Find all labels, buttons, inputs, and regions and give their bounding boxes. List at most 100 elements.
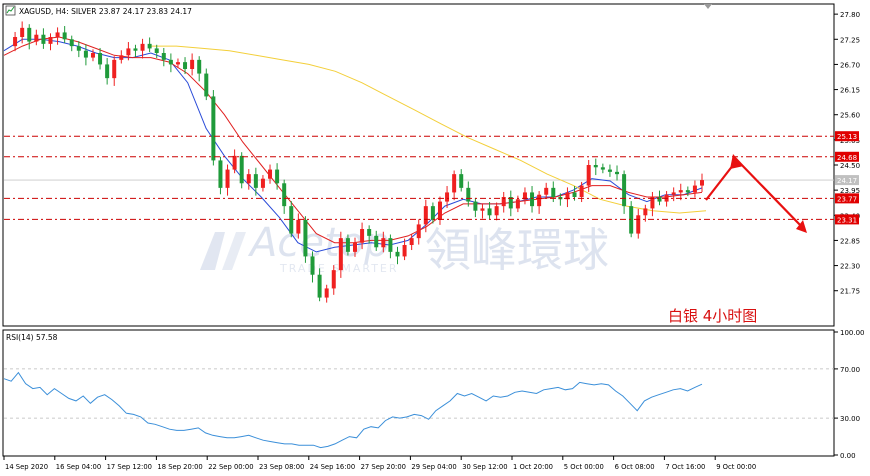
candle-body xyxy=(161,53,166,60)
candle-body xyxy=(530,192,535,207)
time-tick-label: 7 Oct 16:00 xyxy=(665,463,705,471)
time-tick-label: 24 Sep 16:00 xyxy=(310,463,355,471)
candle-body xyxy=(643,208,648,216)
level-label: 25.13 xyxy=(837,133,857,141)
time-tick-label: 23 Sep 08:00 xyxy=(259,463,304,471)
time-tick-label: 6 Oct 08:00 xyxy=(615,463,655,471)
candle-body xyxy=(657,197,662,202)
candle-body xyxy=(260,178,265,188)
candle-body xyxy=(105,64,110,79)
candle-body xyxy=(338,238,343,271)
level-label: 23.77 xyxy=(837,195,857,203)
candle-body xyxy=(317,274,322,298)
price-tick-label: 24.50 xyxy=(840,162,860,170)
candle-body xyxy=(388,238,393,252)
candle-body xyxy=(83,50,88,58)
current-price-label: 24.17 xyxy=(837,177,857,185)
candle-body xyxy=(480,208,485,211)
candle-body xyxy=(374,235,379,248)
rsi-tick-label: 30.00 xyxy=(840,415,860,423)
candle-body xyxy=(402,245,407,257)
candle-body xyxy=(423,206,428,225)
candle-body xyxy=(600,167,605,170)
candle-body xyxy=(147,43,152,49)
price-tick-label: 26.15 xyxy=(840,87,860,95)
candle-body xyxy=(345,238,350,252)
candle-body xyxy=(324,288,329,298)
level-label: 23.31 xyxy=(837,216,857,224)
rsi-title: RSI(14) 57.58 xyxy=(6,333,58,342)
candle-body xyxy=(282,183,287,207)
candle-body xyxy=(268,169,273,179)
time-tick-label: 5 Oct 00:00 xyxy=(564,463,604,471)
time-tick-label: 1 Oct 20:00 xyxy=(513,463,553,471)
candle-body xyxy=(607,169,612,172)
candle-body xyxy=(395,251,400,257)
candle-body xyxy=(225,169,230,188)
candle-body xyxy=(367,229,372,236)
rsi-tick-label: 100.00 xyxy=(840,329,865,337)
candle-body xyxy=(360,229,365,243)
candle-body xyxy=(20,27,25,37)
watermark-tagline: TRADE SMARTER xyxy=(279,262,399,275)
candle-body xyxy=(239,155,244,184)
candle-body xyxy=(303,219,308,257)
candle-body xyxy=(62,32,67,40)
candle-body xyxy=(253,174,258,188)
candle-body xyxy=(183,62,188,69)
candle-body xyxy=(515,199,520,209)
candle-body xyxy=(310,256,315,275)
candle-body xyxy=(133,48,138,51)
candle-body xyxy=(700,180,704,186)
price-tick-label: 22.85 xyxy=(840,237,860,245)
time-tick-label: 27 Sep 20:00 xyxy=(361,463,406,471)
candle-body xyxy=(381,238,386,248)
candle-body xyxy=(69,39,74,47)
candle-body xyxy=(586,165,591,186)
candle-body xyxy=(211,96,216,161)
candle-body xyxy=(615,171,620,175)
candle-body xyxy=(466,187,471,202)
candle-body xyxy=(494,206,499,216)
candle-body xyxy=(622,174,627,207)
candle-body xyxy=(190,59,195,69)
price-tick-label: 21.75 xyxy=(840,288,860,296)
candle-body xyxy=(459,174,464,188)
candle-body xyxy=(437,201,442,220)
candle-body xyxy=(204,73,209,97)
candle-body xyxy=(175,62,180,65)
candle-body xyxy=(119,55,124,60)
candle-body xyxy=(685,190,690,193)
candle-body xyxy=(551,187,556,197)
time-tick-label: 16 Sep 04:00 xyxy=(56,463,101,471)
candle-body xyxy=(678,190,683,193)
candle-body xyxy=(112,59,117,79)
candle-body xyxy=(90,53,95,58)
time-tick-label: 14 Sep 2020 xyxy=(5,463,48,471)
candle-body xyxy=(168,59,173,65)
time-tick-label: 22 Sep 00:00 xyxy=(208,463,253,471)
price-tick-label: 26.70 xyxy=(840,61,860,69)
chart-window: Acetop TRADE SMARTER 領峰環球 XAGUSD, H4: SI… xyxy=(0,0,870,476)
chart-annotation: 白银 4小时图 xyxy=(668,307,757,325)
candle-body xyxy=(296,219,301,234)
watermark-chinese: 領峰環球 xyxy=(425,223,609,277)
candle-body xyxy=(154,48,159,53)
candle-body xyxy=(246,174,251,184)
candle-body xyxy=(197,59,202,74)
level-label: 24.68 xyxy=(837,154,857,162)
candle-body xyxy=(218,160,223,188)
candle-body xyxy=(140,43,145,51)
candle-body xyxy=(416,224,421,239)
candle-body xyxy=(544,187,549,195)
candle-body xyxy=(636,215,641,234)
price-tick-label: 22.30 xyxy=(840,263,860,271)
candle-body xyxy=(353,242,357,252)
symbol-icon xyxy=(5,5,16,16)
candle-body xyxy=(445,192,450,202)
candle-body xyxy=(126,48,131,56)
rsi-tick-label: 70.00 xyxy=(840,366,860,374)
time-tick-label: 18 Sep 20:00 xyxy=(157,463,202,471)
candle-body xyxy=(452,174,457,193)
time-tick-label: 29 Sep 04:00 xyxy=(411,463,456,471)
